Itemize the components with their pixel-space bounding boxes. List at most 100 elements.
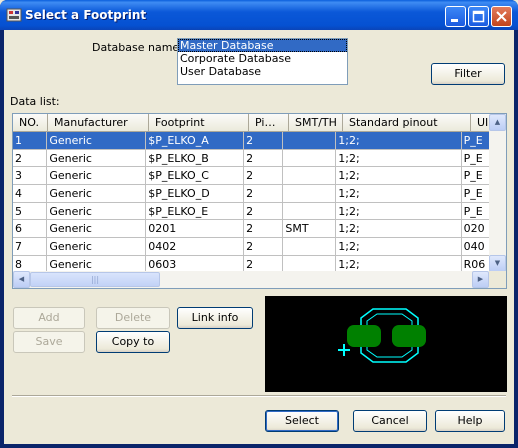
cell-no: 7 xyxy=(13,238,48,256)
scrollbar-corner xyxy=(489,271,506,288)
column-header-manufacturer[interactable]: Manufacturer xyxy=(48,114,149,132)
cell-smt-th: SMT xyxy=(283,220,337,239)
cell-standard-pinout: 1;2; xyxy=(336,132,462,150)
cell-footprint: $P_ELKO_D xyxy=(146,185,245,203)
database-option[interactable]: Corporate Database xyxy=(178,52,347,65)
cell-pins: 2 xyxy=(244,238,284,256)
dialog-window: Select a Footprint Database name: Master… xyxy=(0,0,518,448)
help-button[interactable]: Help xyxy=(435,410,505,432)
polarity-plus-icon xyxy=(338,344,350,356)
table-header: NO. Manufacturer Footprint Pi… SMT/TH St… xyxy=(13,114,501,132)
column-header-no[interactable]: NO. xyxy=(13,114,48,132)
cell-ul: P_E xyxy=(461,132,491,150)
cell-no: 4 xyxy=(13,185,48,203)
title-bar[interactable]: Select a Footprint xyxy=(0,0,518,30)
scroll-up-arrow-icon[interactable]: ▲ xyxy=(489,114,506,131)
cell-smt-th xyxy=(283,202,337,221)
cell-pins: 2 xyxy=(244,132,284,150)
minimize-button[interactable] xyxy=(445,6,466,27)
cell-smt-th xyxy=(283,149,337,168)
cell-manufacturer: Generic xyxy=(47,167,147,186)
cell-pins: 2 xyxy=(244,185,284,203)
table-body: 1 Generic $P_ELKO_A 2 1;2; P_E 2 Generic $P_ELKO… xyxy=(13,132,491,274)
footprint-table[interactable]: NO. Manufacturer Footprint Pi… SMT/TH St… xyxy=(12,113,507,289)
cell-footprint: 0201 xyxy=(146,220,245,239)
cell-standard-pinout: 1;2; xyxy=(336,238,462,256)
cell-smt-th xyxy=(283,185,337,203)
footprint-drawing xyxy=(338,308,426,363)
cell-manufacturer: Generic xyxy=(47,132,147,150)
close-icon xyxy=(496,11,507,22)
cell-manufacturer: Generic xyxy=(47,238,147,256)
cell-standard-pinout: 1;2; xyxy=(336,202,462,221)
footprint-preview xyxy=(265,296,507,392)
cell-footprint: $P_ELKO_B xyxy=(146,149,245,168)
delete-button[interactable]: Delete xyxy=(96,307,170,329)
add-button[interactable]: Add xyxy=(13,307,85,329)
cell-manufacturer: Generic xyxy=(47,149,147,168)
cell-ul: 020 xyxy=(461,220,491,239)
cancel-button[interactable]: Cancel xyxy=(353,410,427,432)
close-button[interactable] xyxy=(491,6,512,27)
database-listbox[interactable]: Master Database Corporate Database User … xyxy=(177,38,348,85)
pad-1-icon xyxy=(347,325,381,347)
cell-no: 2 xyxy=(13,149,48,168)
cell-footprint: $P_ELKO_A xyxy=(146,132,245,150)
table-row[interactable]: 1 Generic $P_ELKO_A 2 1;2; P_E xyxy=(13,132,491,150)
column-header-standard-pinout[interactable]: Standard pinout xyxy=(343,114,471,132)
save-button[interactable]: Save xyxy=(13,331,85,353)
cell-manufacturer: Generic xyxy=(47,185,147,203)
cell-pins: 2 xyxy=(244,167,284,186)
table-row[interactable]: 4 Generic $P_ELKO_D 2 1;2; P_E xyxy=(13,185,491,203)
maximize-icon xyxy=(472,10,485,23)
maximize-button[interactable] xyxy=(468,6,489,27)
cell-smt-th xyxy=(283,167,337,186)
column-header-footprint[interactable]: Footprint xyxy=(149,114,249,132)
column-header-pins[interactable]: Pi… xyxy=(249,114,289,132)
cell-standard-pinout: 1;2; xyxy=(336,167,462,186)
database-option[interactable]: Master Database xyxy=(178,39,347,52)
cell-standard-pinout: 1;2; xyxy=(336,185,462,203)
cell-no: 1 xyxy=(13,132,48,150)
app-icon xyxy=(6,8,22,22)
cell-smt-th xyxy=(283,132,337,150)
cell-ul: P_E xyxy=(461,149,491,168)
table-row[interactable]: 6 Generic 0201 2 SMT 1;2; 020 xyxy=(13,220,491,239)
vertical-scrollbar[interactable]: ▲ ▼ xyxy=(489,114,506,272)
scroll-down-arrow-icon[interactable]: ▼ xyxy=(489,255,506,272)
cell-no: 6 xyxy=(13,220,48,239)
filter-button[interactable]: Filter xyxy=(431,63,505,85)
cell-ul: P_E xyxy=(461,167,491,186)
cell-ul: P_E xyxy=(461,202,491,221)
horizontal-scroll-thumb[interactable]: ||| xyxy=(30,272,160,287)
cell-standard-pinout: 1;2; xyxy=(336,220,462,239)
column-header-smt-th[interactable]: SMT/TH xyxy=(289,114,343,132)
cell-pins: 2 xyxy=(244,149,284,168)
cell-no: 3 xyxy=(13,167,48,186)
cell-ul: 040 xyxy=(461,238,491,256)
cell-smt-th xyxy=(283,238,337,256)
link-info-button[interactable]: Link info xyxy=(177,307,253,329)
pad-2-icon xyxy=(392,325,426,347)
cell-pins: 2 xyxy=(244,220,284,239)
table-row[interactable]: 2 Generic $P_ELKO_B 2 1;2; P_E xyxy=(13,149,491,168)
divider xyxy=(12,395,506,397)
cell-footprint: $P_ELKO_E xyxy=(146,202,245,221)
cell-manufacturer: Generic xyxy=(47,202,147,221)
table-row[interactable]: 3 Generic $P_ELKO_C 2 1;2; P_E xyxy=(13,167,491,186)
scroll-right-arrow-icon[interactable]: ▶ xyxy=(472,271,489,288)
table-row[interactable]: 7 Generic 0402 2 1;2; 040 xyxy=(13,238,491,256)
cell-footprint: $P_ELKO_C xyxy=(146,167,245,186)
scroll-left-arrow-icon[interactable]: ◀ xyxy=(13,271,30,288)
horizontal-scrollbar[interactable]: ◀ ||| ▶ xyxy=(13,271,489,288)
data-list-label: Data list: xyxy=(10,95,60,108)
cell-manufacturer: Generic xyxy=(47,220,147,239)
database-name-label: Database name: xyxy=(92,41,183,54)
select-button[interactable]: Select xyxy=(265,410,339,432)
database-option[interactable]: User Database xyxy=(178,65,347,78)
cell-ul: P_E xyxy=(461,185,491,203)
table-row[interactable]: 5 Generic $P_ELKO_E 2 1;2; P_E xyxy=(13,202,491,221)
copy-to-button[interactable]: Copy to xyxy=(96,331,170,353)
cell-standard-pinout: 1;2; xyxy=(336,149,462,168)
cell-footprint: 0402 xyxy=(146,238,245,256)
